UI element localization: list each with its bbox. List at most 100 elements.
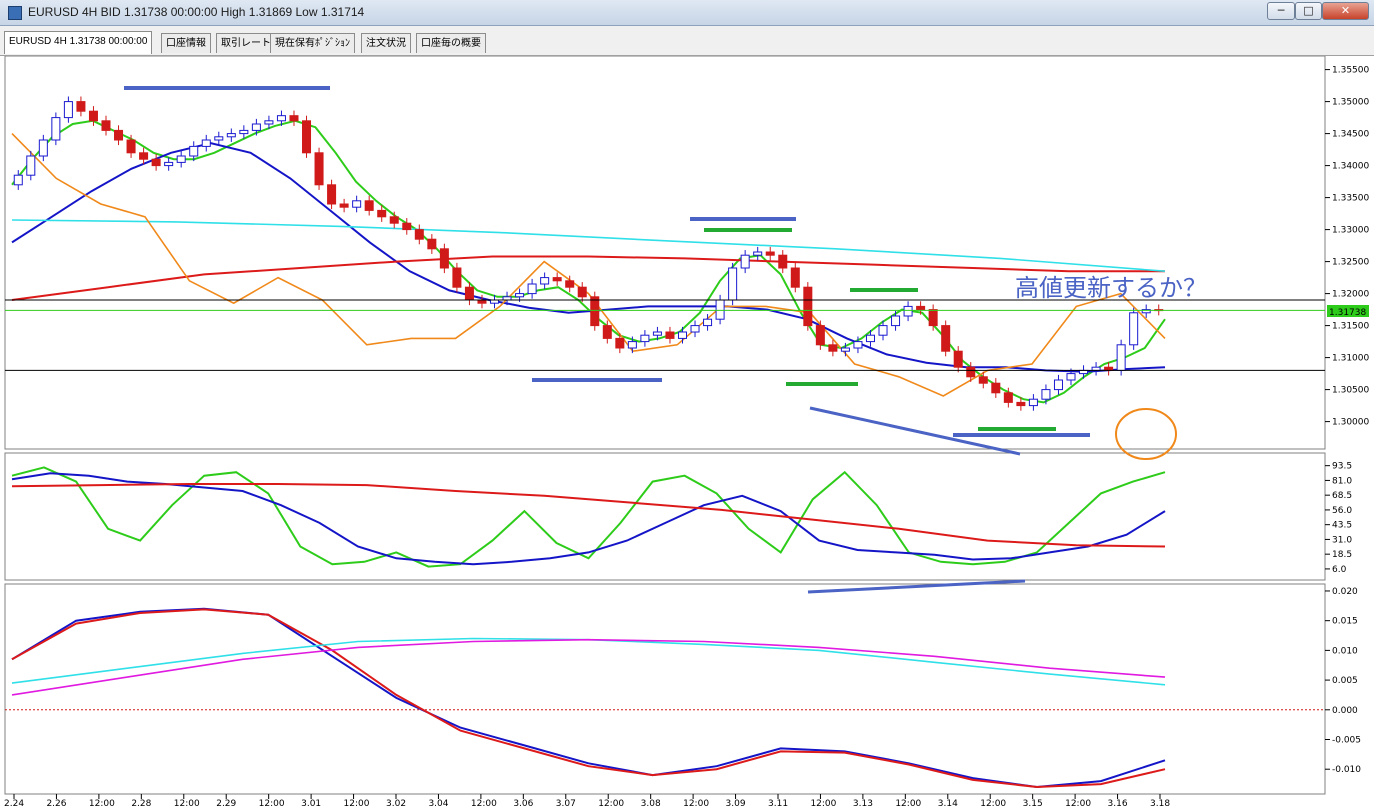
close-button[interactable]: ✕ xyxy=(1322,2,1369,20)
x-axis-tick-label: 12:00 xyxy=(344,799,370,809)
y-axis-tick-label: 43.5 xyxy=(1332,521,1352,531)
x-axis-tick-label: 2.24 xyxy=(4,799,24,809)
maximize-button[interactable]: □ xyxy=(1295,2,1322,20)
candle-body xyxy=(590,296,600,327)
x-axis-tick-label: 12:00 xyxy=(810,799,836,809)
candle-body xyxy=(527,283,537,295)
candle-body xyxy=(966,366,976,378)
tab-chart-eurusd[interactable]: EURUSD 4H 1.31738 00:00:00 xyxy=(4,31,153,54)
x-axis-tick-label: 12:00 xyxy=(174,799,200,809)
price-chart[interactable]: 1.35500 1.35000 1.34500 1.34000 1.33500 1.330… xyxy=(0,56,1374,811)
y-axis-tick-label: 68.5 xyxy=(1332,491,1352,501)
candle-body xyxy=(289,115,299,122)
candle-body xyxy=(740,254,750,269)
candle-body xyxy=(652,331,662,336)
y-axis-tick-label: -0.010 xyxy=(1332,765,1361,775)
tab-order-status[interactable]: 注文状況 xyxy=(361,33,411,53)
candle-body xyxy=(327,184,337,205)
candle-body xyxy=(1028,398,1038,407)
x-axis-tick-label: 12:00 xyxy=(1065,799,1091,809)
tab-account-summary[interactable]: 口座毎の概要 xyxy=(416,33,486,53)
tab-account-info[interactable]: 口座情報 xyxy=(161,33,211,53)
candle-body xyxy=(903,305,913,317)
y-axis-tick-label: 1.34500 xyxy=(1332,130,1369,140)
candle-body xyxy=(790,267,800,288)
candle-body xyxy=(314,152,324,186)
tab-bar: EURUSD 4H 1.31738 00:00:00 口座情報 取引レート 現在… xyxy=(0,26,1374,56)
candle-body xyxy=(565,280,575,288)
current-price-label: 1.31738 xyxy=(1329,308,1366,318)
candle-body xyxy=(251,123,261,131)
y-axis-tick-label: 93.5 xyxy=(1332,462,1352,472)
candle-body xyxy=(389,216,399,224)
y-axis-tick-label: 1.32500 xyxy=(1332,258,1369,268)
window-title: EURUSD 4H BID 1.31738 00:00:00 High 1.31… xyxy=(28,5,365,19)
y-axis-tick-label: 0.015 xyxy=(1332,617,1358,627)
candle-body xyxy=(577,286,587,298)
candle-body xyxy=(778,254,788,269)
candle-body xyxy=(264,120,274,125)
candle-body xyxy=(1116,344,1126,371)
candle-body xyxy=(640,334,650,343)
y-axis-tick-label: 31.0 xyxy=(1332,535,1352,545)
candle-body xyxy=(1041,389,1051,400)
candle-body xyxy=(189,145,199,157)
x-axis-tick-label: 3.08 xyxy=(641,799,661,809)
candle-body xyxy=(978,376,988,384)
window-titlebar: EURUSD 4H BID 1.31738 00:00:00 High 1.31… xyxy=(0,0,1374,26)
y-axis-tick-label: 1.35500 xyxy=(1332,66,1369,76)
y-axis-tick-label: -0.005 xyxy=(1332,736,1361,746)
candle-body xyxy=(151,158,161,167)
candle-body xyxy=(101,120,111,131)
candle-body xyxy=(715,299,725,320)
minimize-button[interactable]: ─ xyxy=(1267,2,1295,20)
candle-body xyxy=(878,325,888,336)
candle-body xyxy=(126,139,136,154)
y-axis-tick-label: 56.0 xyxy=(1332,506,1352,516)
y-axis-tick-label: 6.0 xyxy=(1332,565,1347,575)
candle-body xyxy=(76,101,86,112)
candle-body xyxy=(941,325,951,352)
tab-trade-rates[interactable]: 取引レート xyxy=(216,33,276,53)
y-axis-tick-label: 81.0 xyxy=(1332,476,1352,486)
x-axis-tick-label: 3.14 xyxy=(938,799,958,809)
candle-body xyxy=(414,229,424,240)
y-axis-tick-label: 1.31500 xyxy=(1332,322,1369,332)
candle-body xyxy=(377,209,387,218)
candle-body xyxy=(665,331,675,339)
candle-body xyxy=(1053,379,1063,391)
candle-body xyxy=(214,136,224,141)
candle-body xyxy=(51,117,61,141)
candle-body xyxy=(991,382,1001,394)
candle-body xyxy=(765,251,775,256)
candle-body xyxy=(677,331,688,339)
y-axis-tick-label: 18.5 xyxy=(1332,550,1352,560)
candle-body xyxy=(1003,392,1013,403)
y-axis-tick-label: 1.35000 xyxy=(1332,98,1369,108)
candle-body xyxy=(853,341,863,349)
candle-body xyxy=(728,267,738,301)
y-axis-tick-label: 1.33500 xyxy=(1332,194,1369,204)
x-axis-tick-label: 2.28 xyxy=(131,799,151,809)
x-axis-tick-label: 3.04 xyxy=(428,799,448,809)
x-axis-tick-label: 12:00 xyxy=(598,799,624,809)
x-axis-tick-label: 3.02 xyxy=(386,799,406,809)
tab-open-positions[interactable]: 現在保有ﾎﾟｼﾞｼｮﾝ xyxy=(270,33,355,53)
candle-body xyxy=(402,222,412,231)
candle-body xyxy=(201,139,211,147)
candle-body xyxy=(302,120,312,154)
candle-body xyxy=(439,248,449,269)
y-axis-tick-label: 0.020 xyxy=(1332,587,1358,597)
candle-body xyxy=(540,277,550,285)
x-axis-tick-label: 3.06 xyxy=(513,799,533,809)
candle-body xyxy=(916,305,926,311)
x-axis-tick-label: 2.26 xyxy=(46,799,66,809)
candle-body xyxy=(239,129,249,135)
x-axis-tick-label: 3.09 xyxy=(726,799,746,809)
candle-body xyxy=(928,309,938,327)
x-axis-tick-label: 12:00 xyxy=(980,799,1006,809)
x-axis-tick-label: 12:00 xyxy=(895,799,921,809)
x-axis-tick-label: 12:00 xyxy=(471,799,497,809)
candle-body xyxy=(226,133,236,138)
candle-body xyxy=(88,110,98,122)
